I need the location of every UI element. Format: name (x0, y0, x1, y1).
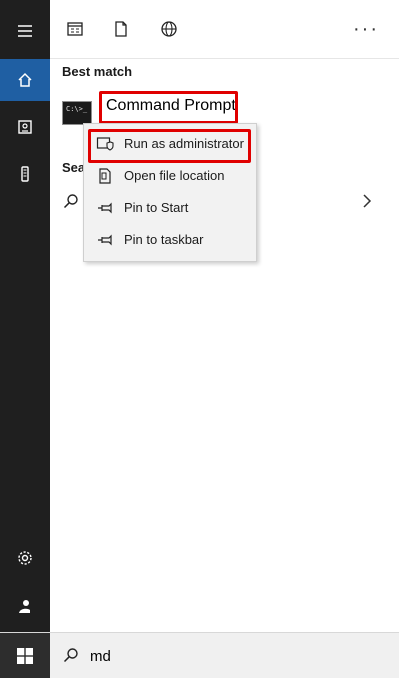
search-box[interactable] (50, 633, 399, 678)
search-input[interactable] (90, 643, 390, 669)
search-section-heading: Sea (62, 160, 86, 175)
cmd-icon: C:\>_ (62, 101, 92, 125)
more-options-button[interactable]: ··· (353, 19, 379, 39)
home-button[interactable] (0, 59, 50, 101)
chevron-right-icon[interactable] (360, 192, 374, 210)
start-button[interactable] (0, 633, 50, 678)
menu-item-label: Pin to Start (124, 200, 189, 215)
windows-logo-icon (17, 647, 33, 664)
apps-icon (67, 22, 83, 36)
pin-icon (98, 202, 112, 214)
user-icon (19, 600, 30, 613)
account-button[interactable] (0, 585, 50, 627)
menu-item-pin-to-taskbar[interactable]: Pin to taskbar (84, 225, 256, 255)
documents-button[interactable] (0, 106, 50, 148)
gear-icon (18, 551, 32, 565)
best-match-name[interactable]: Command Prompt (106, 97, 236, 115)
cmd-icon-text: C:\>_ (66, 105, 88, 113)
menu-item-run-as-administrator[interactable]: Run as administrator (84, 129, 256, 159)
search-icon (63, 648, 78, 663)
menu-item-label: Run as administrator (124, 136, 244, 151)
web-filter-button[interactable] (158, 18, 180, 40)
context-menu: Run as administrator Open file location … (83, 123, 257, 262)
menu-item-open-file-location[interactable]: Open file location (84, 161, 256, 191)
menu-item-label: Pin to taskbar (124, 232, 204, 247)
phone-icon (21, 166, 29, 182)
start-search-panel: ··· Best match C:\>_ Command Prompt Sea … (0, 0, 399, 678)
document-icon (18, 120, 32, 134)
globe-icon (161, 21, 177, 37)
folder-icon (99, 168, 111, 184)
menu-button[interactable] (0, 10, 50, 52)
menu-item-label: Open file location (124, 168, 225, 183)
menu-item-pin-to-start[interactable]: Pin to Start (84, 193, 256, 223)
taskbar-search-area (0, 632, 399, 678)
left-rail (0, 0, 50, 632)
pin-icon (98, 234, 112, 246)
shield-icon (96, 137, 114, 151)
apps-filter-button[interactable] (64, 18, 86, 40)
filter-toolbar: ··· (50, 0, 399, 59)
settings-button[interactable] (0, 537, 50, 579)
device-button[interactable] (0, 153, 50, 195)
best-match-heading: Best match (62, 64, 133, 79)
home-icon (18, 72, 32, 87)
file-icon (115, 21, 127, 37)
hamburger-icon (18, 25, 32, 37)
search-icon (63, 194, 78, 209)
documents-filter-button[interactable] (110, 18, 132, 40)
